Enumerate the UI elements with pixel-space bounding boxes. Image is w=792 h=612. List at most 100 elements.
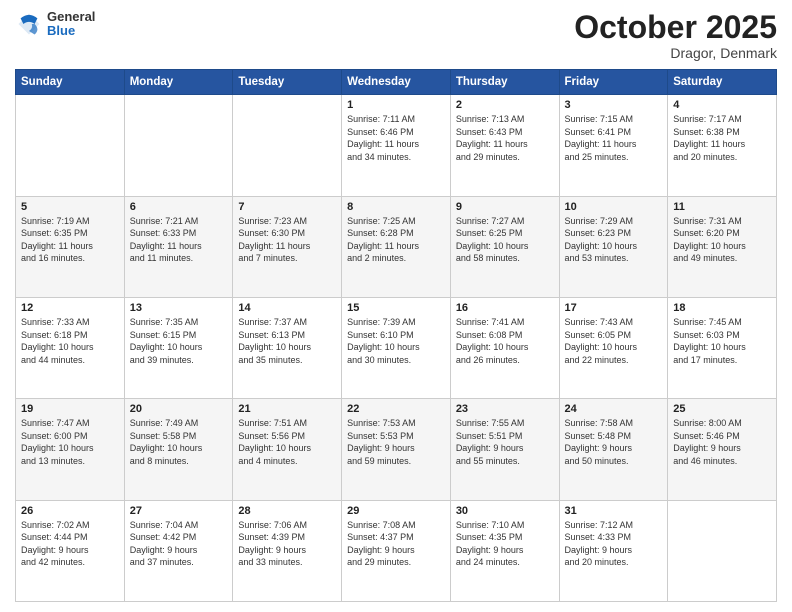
month-title: October 2025 — [574, 10, 777, 45]
day-cell: 7 Sunrise: 7:23 AM Sunset: 6:30 PM Daylig… — [233, 196, 342, 297]
day-cell: 26Sunrise: 7:02 AM Sunset: 4:44 PM Dayli… — [16, 500, 125, 601]
day-info: Sunrise: 7:27 AM Sunset: 6:25 PM Dayligh… — [456, 215, 554, 265]
day-cell: 13 Sunrise: 7:35 AM Sunset: 6:15 PM Dayli… — [124, 297, 233, 398]
day-number: 11 — [673, 201, 771, 213]
day-cell: 20 Sunrise: 7:49 AM Sunset: 5:58 PM Dayli… — [124, 399, 233, 500]
day-info: Sunrise: 7:10 AM Sunset: 4:35 PM Dayligh… — [456, 519, 554, 569]
day-number: 19 — [21, 403, 119, 415]
day-number: 8 — [347, 201, 445, 213]
day-info: Sunrise: 7:08 AM Sunset: 4:37 PM Dayligh… — [347, 519, 445, 569]
day-info: Sunrise: 7:29 AM Sunset: 6:23 PM Dayligh… — [565, 215, 663, 265]
page: General Blue October 2025 Dragor, Denmar… — [0, 0, 792, 612]
day-info: Sunrise: 7:35 AM Sunset: 6:15 PM Dayligh… — [130, 316, 228, 366]
day-cell: 19 Sunrise: 7:47 AM Sunset: 6:00 PM Dayli… — [16, 399, 125, 500]
day-info: Sunrise: 7:39 AM Sunset: 6:10 PM Dayligh… — [347, 316, 445, 366]
day-cell: 25Sunrise: 8:00 AM Sunset: 5:46 PM Dayli… — [668, 399, 777, 500]
day-number: 29 — [347, 505, 445, 517]
day-number: 25 — [673, 403, 771, 415]
day-info: Sunrise: 7:19 AM Sunset: 6:35 PM Dayligh… — [21, 215, 119, 265]
location: Dragor, Denmark — [574, 45, 777, 61]
header: General Blue October 2025 Dragor, Denmar… — [15, 10, 777, 61]
day-info: Sunrise: 7:41 AM Sunset: 6:08 PM Dayligh… — [456, 316, 554, 366]
day-number: 30 — [456, 505, 554, 517]
week-row-1: 1 Sunrise: 7:11 AM Sunset: 6:46 PM Daylig… — [16, 95, 777, 196]
day-info: Sunrise: 7:06 AM Sunset: 4:39 PM Dayligh… — [238, 519, 336, 569]
day-cell: 14 Sunrise: 7:37 AM Sunset: 6:13 PM Dayli… — [233, 297, 342, 398]
day-number: 1 — [347, 99, 445, 111]
day-number: 9 — [456, 201, 554, 213]
logo-icon — [15, 10, 43, 38]
weekday-saturday: Saturday — [668, 70, 777, 95]
weekday-sunday: Sunday — [16, 70, 125, 95]
weekday-friday: Friday — [559, 70, 668, 95]
day-cell: 6Sunrise: 7:21 AM Sunset: 6:33 PM Daylig… — [124, 196, 233, 297]
day-number: 31 — [565, 505, 663, 517]
day-info: Sunrise: 7:45 AM Sunset: 6:03 PM Dayligh… — [673, 316, 771, 366]
day-cell — [124, 95, 233, 196]
day-info: Sunrise: 7:25 AM Sunset: 6:28 PM Dayligh… — [347, 215, 445, 265]
day-number: 5 — [21, 201, 119, 213]
day-number: 4 — [673, 99, 771, 111]
day-cell: 18 Sunrise: 7:45 AM Sunset: 6:03 PM Dayli… — [668, 297, 777, 398]
day-number: 27 — [130, 505, 228, 517]
day-number: 12 — [21, 302, 119, 314]
day-number: 20 — [130, 403, 228, 415]
day-info: Sunrise: 7:23 AM Sunset: 6:30 PM Dayligh… — [238, 215, 336, 265]
day-info: Sunrise: 7:51 AM Sunset: 5:56 PM Dayligh… — [238, 417, 336, 467]
day-number: 13 — [130, 302, 228, 314]
day-cell: 23Sunrise: 7:55 AM Sunset: 5:51 PM Dayli… — [450, 399, 559, 500]
day-cell: 8 Sunrise: 7:25 AM Sunset: 6:28 PM Daylig… — [342, 196, 451, 297]
day-number: 26 — [21, 505, 119, 517]
weekday-wednesday: Wednesday — [342, 70, 451, 95]
day-info: Sunrise: 7:43 AM Sunset: 6:05 PM Dayligh… — [565, 316, 663, 366]
day-cell: 27 Sunrise: 7:04 AM Sunset: 4:42 PM Dayli… — [124, 500, 233, 601]
day-number: 14 — [238, 302, 336, 314]
day-cell: 11 Sunrise: 7:31 AM Sunset: 6:20 PM Dayli… — [668, 196, 777, 297]
day-info: Sunrise: 7:31 AM Sunset: 6:20 PM Dayligh… — [673, 215, 771, 265]
day-cell: 28 Sunrise: 7:06 AM Sunset: 4:39 PM Dayli… — [233, 500, 342, 601]
day-cell: 2Sunrise: 7:13 AM Sunset: 6:43 PM Daylig… — [450, 95, 559, 196]
logo: General Blue — [15, 10, 95, 39]
day-number: 18 — [673, 302, 771, 314]
day-info: Sunrise: 7:49 AM Sunset: 5:58 PM Dayligh… — [130, 417, 228, 467]
day-info: Sunrise: 7:13 AM Sunset: 6:43 PM Dayligh… — [456, 113, 554, 163]
day-number: 21 — [238, 403, 336, 415]
day-cell: 5 Sunrise: 7:19 AM Sunset: 6:35 PM Daylig… — [16, 196, 125, 297]
calendar-table: SundayMondayTuesdayWednesdayThursdayFrid… — [15, 69, 777, 602]
day-cell — [233, 95, 342, 196]
day-cell: 4Sunrise: 7:17 AM Sunset: 6:38 PM Daylig… — [668, 95, 777, 196]
logo-general: General — [47, 10, 95, 24]
day-info: Sunrise: 7:53 AM Sunset: 5:53 PM Dayligh… — [347, 417, 445, 467]
day-cell — [668, 500, 777, 601]
day-number: 10 — [565, 201, 663, 213]
day-cell: 16 Sunrise: 7:41 AM Sunset: 6:08 PM Dayli… — [450, 297, 559, 398]
day-info: Sunrise: 7:37 AM Sunset: 6:13 PM Dayligh… — [238, 316, 336, 366]
weekday-tuesday: Tuesday — [233, 70, 342, 95]
day-cell: 24Sunrise: 7:58 AM Sunset: 5:48 PM Dayli… — [559, 399, 668, 500]
day-info: Sunrise: 7:15 AM Sunset: 6:41 PM Dayligh… — [565, 113, 663, 163]
day-number: 17 — [565, 302, 663, 314]
day-cell: 3 Sunrise: 7:15 AM Sunset: 6:41 PM Daylig… — [559, 95, 668, 196]
day-cell — [16, 95, 125, 196]
day-cell: 1 Sunrise: 7:11 AM Sunset: 6:46 PM Daylig… — [342, 95, 451, 196]
logo-text: General Blue — [47, 10, 95, 39]
day-cell: 17 Sunrise: 7:43 AM Sunset: 6:05 PM Dayli… — [559, 297, 668, 398]
weekday-thursday: Thursday — [450, 70, 559, 95]
day-info: Sunrise: 7:11 AM Sunset: 6:46 PM Dayligh… — [347, 113, 445, 163]
day-info: Sunrise: 7:12 AM Sunset: 4:33 PM Dayligh… — [565, 519, 663, 569]
day-cell: 29 Sunrise: 7:08 AM Sunset: 4:37 PM Dayli… — [342, 500, 451, 601]
day-number: 23 — [456, 403, 554, 415]
day-info: Sunrise: 7:04 AM Sunset: 4:42 PM Dayligh… — [130, 519, 228, 569]
day-number: 3 — [565, 99, 663, 111]
day-number: 28 — [238, 505, 336, 517]
day-cell: 9 Sunrise: 7:27 AM Sunset: 6:25 PM Daylig… — [450, 196, 559, 297]
logo-blue: Blue — [47, 24, 95, 38]
week-row-2: 5 Sunrise: 7:19 AM Sunset: 6:35 PM Daylig… — [16, 196, 777, 297]
day-cell: 30 Sunrise: 7:10 AM Sunset: 4:35 PM Dayli… — [450, 500, 559, 601]
day-cell: 31 Sunrise: 7:12 AM Sunset: 4:33 PM Dayli… — [559, 500, 668, 601]
day-cell: 21 Sunrise: 7:51 AM Sunset: 5:56 PM Dayli… — [233, 399, 342, 500]
day-number: 7 — [238, 201, 336, 213]
day-info: Sunrise: 7:33 AM Sunset: 6:18 PM Dayligh… — [21, 316, 119, 366]
day-info: Sunrise: 7:47 AM Sunset: 6:00 PM Dayligh… — [21, 417, 119, 467]
day-number: 16 — [456, 302, 554, 314]
